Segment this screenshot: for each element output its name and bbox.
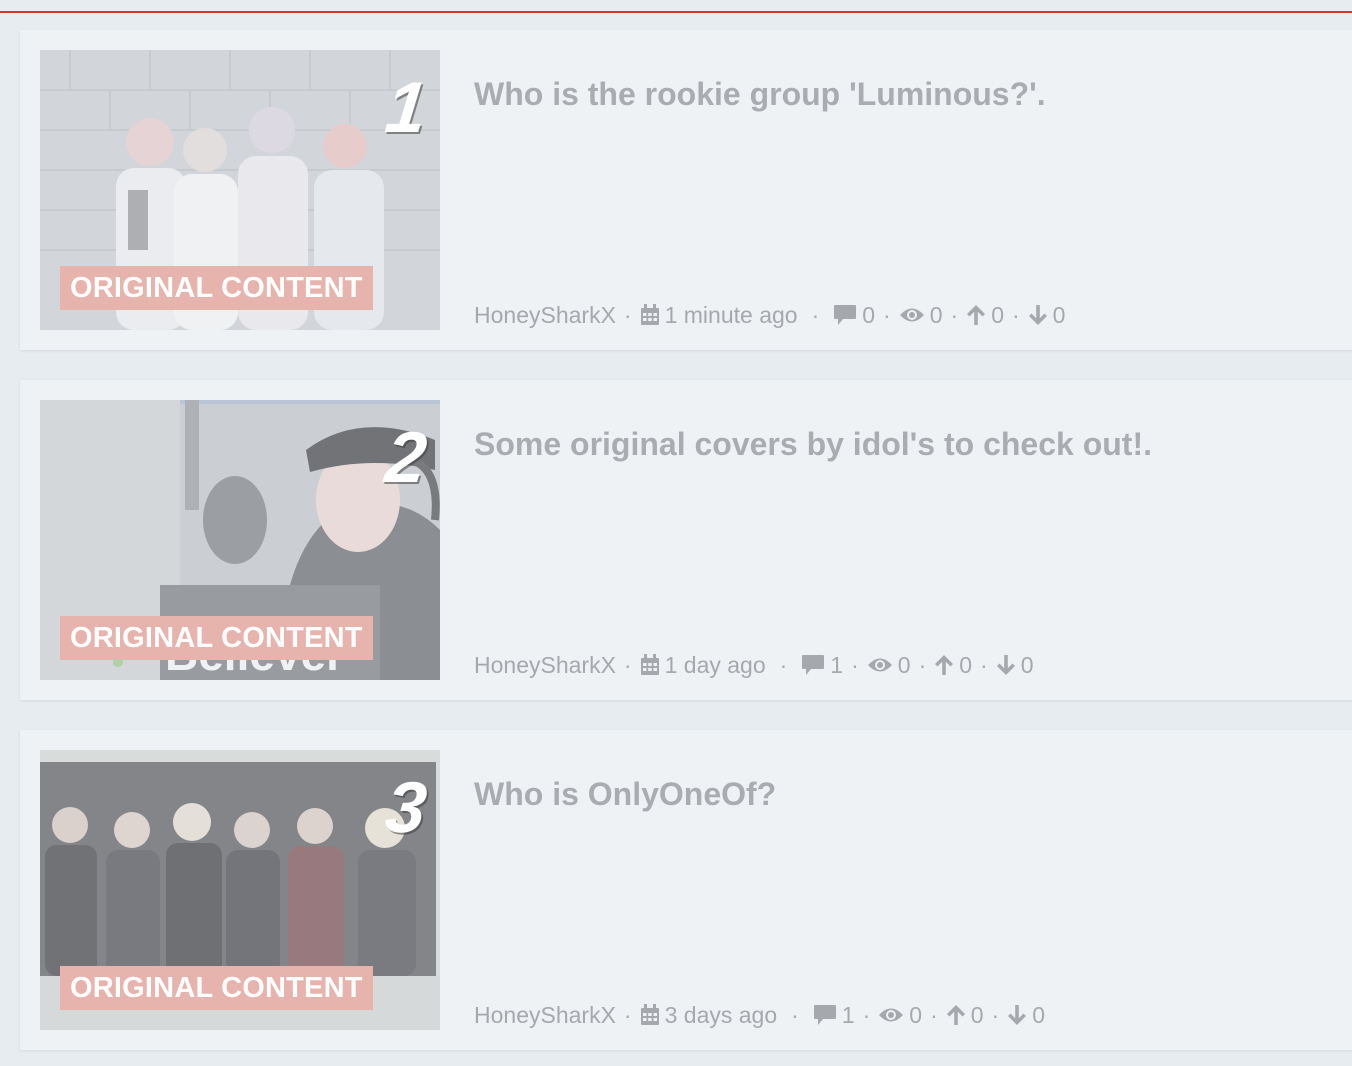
upvote-count: 0 [970, 1001, 984, 1028]
separator: · [623, 651, 632, 678]
separator: · [883, 301, 891, 328]
comment-icon [813, 1004, 837, 1026]
post-title[interactable]: Who is OnlyOneOf? [474, 776, 776, 813]
author-link[interactable]: HoneySharkX [474, 1002, 616, 1029]
separator: · [980, 651, 988, 678]
calendar-icon [640, 1004, 660, 1026]
eye-icon [867, 656, 893, 674]
arrow-down-icon[interactable] [1028, 304, 1048, 326]
post-date: 1 day ago [664, 651, 766, 678]
comment-icon [801, 654, 825, 676]
post-date: 3 days ago [664, 1001, 778, 1028]
downvote-count: 0 [1032, 1001, 1045, 1028]
separator: · [930, 1001, 938, 1028]
downvote-count: 0 [1020, 651, 1034, 678]
separator: · [791, 1001, 799, 1028]
post-meta: HoneySharkX · 1 day ago · 1 · 0 · 0 · 0 [474, 650, 1034, 680]
author-link[interactable]: HoneySharkX [474, 652, 616, 679]
separator: · [623, 1001, 632, 1028]
original-content-badge: ORIGINAL CONTENT [60, 966, 373, 1010]
eye-icon [878, 1006, 904, 1024]
downvote-count: 0 [1052, 301, 1066, 328]
view-count: 0 [897, 651, 911, 678]
top-accent-rule [0, 11, 1352, 13]
separator: · [862, 1001, 871, 1028]
rank-number: 3 [381, 768, 431, 848]
post-title[interactable]: Who is the rookie group 'Luminous?'. [474, 76, 1046, 113]
original-content-badge: ORIGINAL CONTENT [60, 616, 373, 660]
upvote-count: 0 [959, 651, 973, 678]
arrow-up-icon[interactable] [934, 654, 954, 676]
separator: · [950, 301, 959, 328]
post-card[interactable]: 1 ORIGINAL CONTENT Who is the rookie gro… [20, 30, 1352, 350]
post-card[interactable]: 3 ORIGINAL CONTENT Who is OnlyOneOf? Hon… [20, 730, 1352, 1050]
separator: · [811, 301, 820, 328]
calendar-icon [640, 654, 660, 676]
comment-count: 0 [862, 301, 876, 328]
separator: · [851, 651, 859, 678]
separator: · [1011, 301, 1020, 328]
comment-count: 1 [841, 1001, 855, 1028]
post-card[interactable]: Believer 2 ORIGINAL CONTENT Some origina… [20, 380, 1352, 700]
post-meta: HoneySharkX · 3 days ago · 1 · 0 · 0 · 0 [474, 1000, 1045, 1030]
separator: · [623, 301, 632, 328]
comment-icon [833, 304, 857, 326]
original-content-badge: ORIGINAL CONTENT [60, 266, 373, 310]
rank-number: 2 [381, 418, 431, 498]
rank-number: 1 [381, 68, 431, 148]
post-date: 1 minute ago [664, 301, 798, 328]
arrow-up-icon[interactable] [946, 1004, 966, 1026]
post-thumbnail[interactable]: 3 ORIGINAL CONTENT [40, 750, 440, 1030]
arrow-down-icon[interactable] [1007, 1004, 1027, 1026]
post-thumbnail[interactable]: Believer 2 ORIGINAL CONTENT [40, 400, 440, 680]
separator: · [918, 651, 927, 678]
post-title[interactable]: Some original covers by idol's to check … [474, 426, 1152, 463]
view-count: 0 [909, 1001, 923, 1028]
post-meta: HoneySharkX · 1 minute ago · 0 · 0 · 0 ·… [474, 300, 1065, 330]
eye-icon [899, 306, 925, 324]
view-count: 0 [929, 301, 943, 328]
arrow-up-icon[interactable] [966, 304, 986, 326]
separator: · [991, 1001, 1000, 1028]
calendar-icon [640, 304, 660, 326]
author-link[interactable]: HoneySharkX [474, 302, 616, 329]
arrow-down-icon[interactable] [996, 654, 1016, 676]
post-thumbnail[interactable]: 1 ORIGINAL CONTENT [40, 50, 440, 330]
upvote-count: 0 [991, 301, 1004, 328]
separator: · [779, 651, 788, 678]
comment-count: 1 [830, 651, 844, 678]
